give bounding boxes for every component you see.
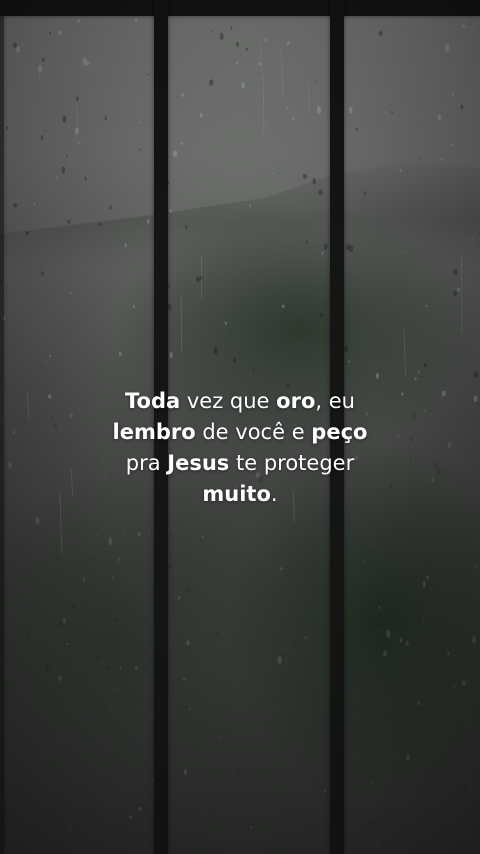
caption-text: vez que (180, 389, 277, 413)
caption-line: lembro de você e peço (0, 417, 480, 448)
caption-line: Toda vez que oro, eu (0, 386, 480, 417)
caption-text: pra (125, 451, 168, 475)
caption-text: te proteger (229, 451, 355, 475)
quote-caption: Toda vez que oro, eu lembro de você e peç… (0, 386, 480, 510)
caption-line: muito. (0, 479, 480, 510)
caption-emphasis: oro (276, 389, 316, 413)
caption-emphasis: Toda (125, 389, 181, 413)
caption-text: , eu (315, 389, 355, 413)
caption-line: pra Jesus te proteger (0, 448, 480, 479)
caption-emphasis: Jesus (167, 451, 230, 475)
caption-emphasis: peço (311, 420, 368, 444)
caption-emphasis: lembro (112, 420, 196, 444)
caption-text: de você e (195, 420, 312, 444)
caption-emphasis: muito (202, 482, 271, 506)
caption-text: . (270, 482, 278, 506)
